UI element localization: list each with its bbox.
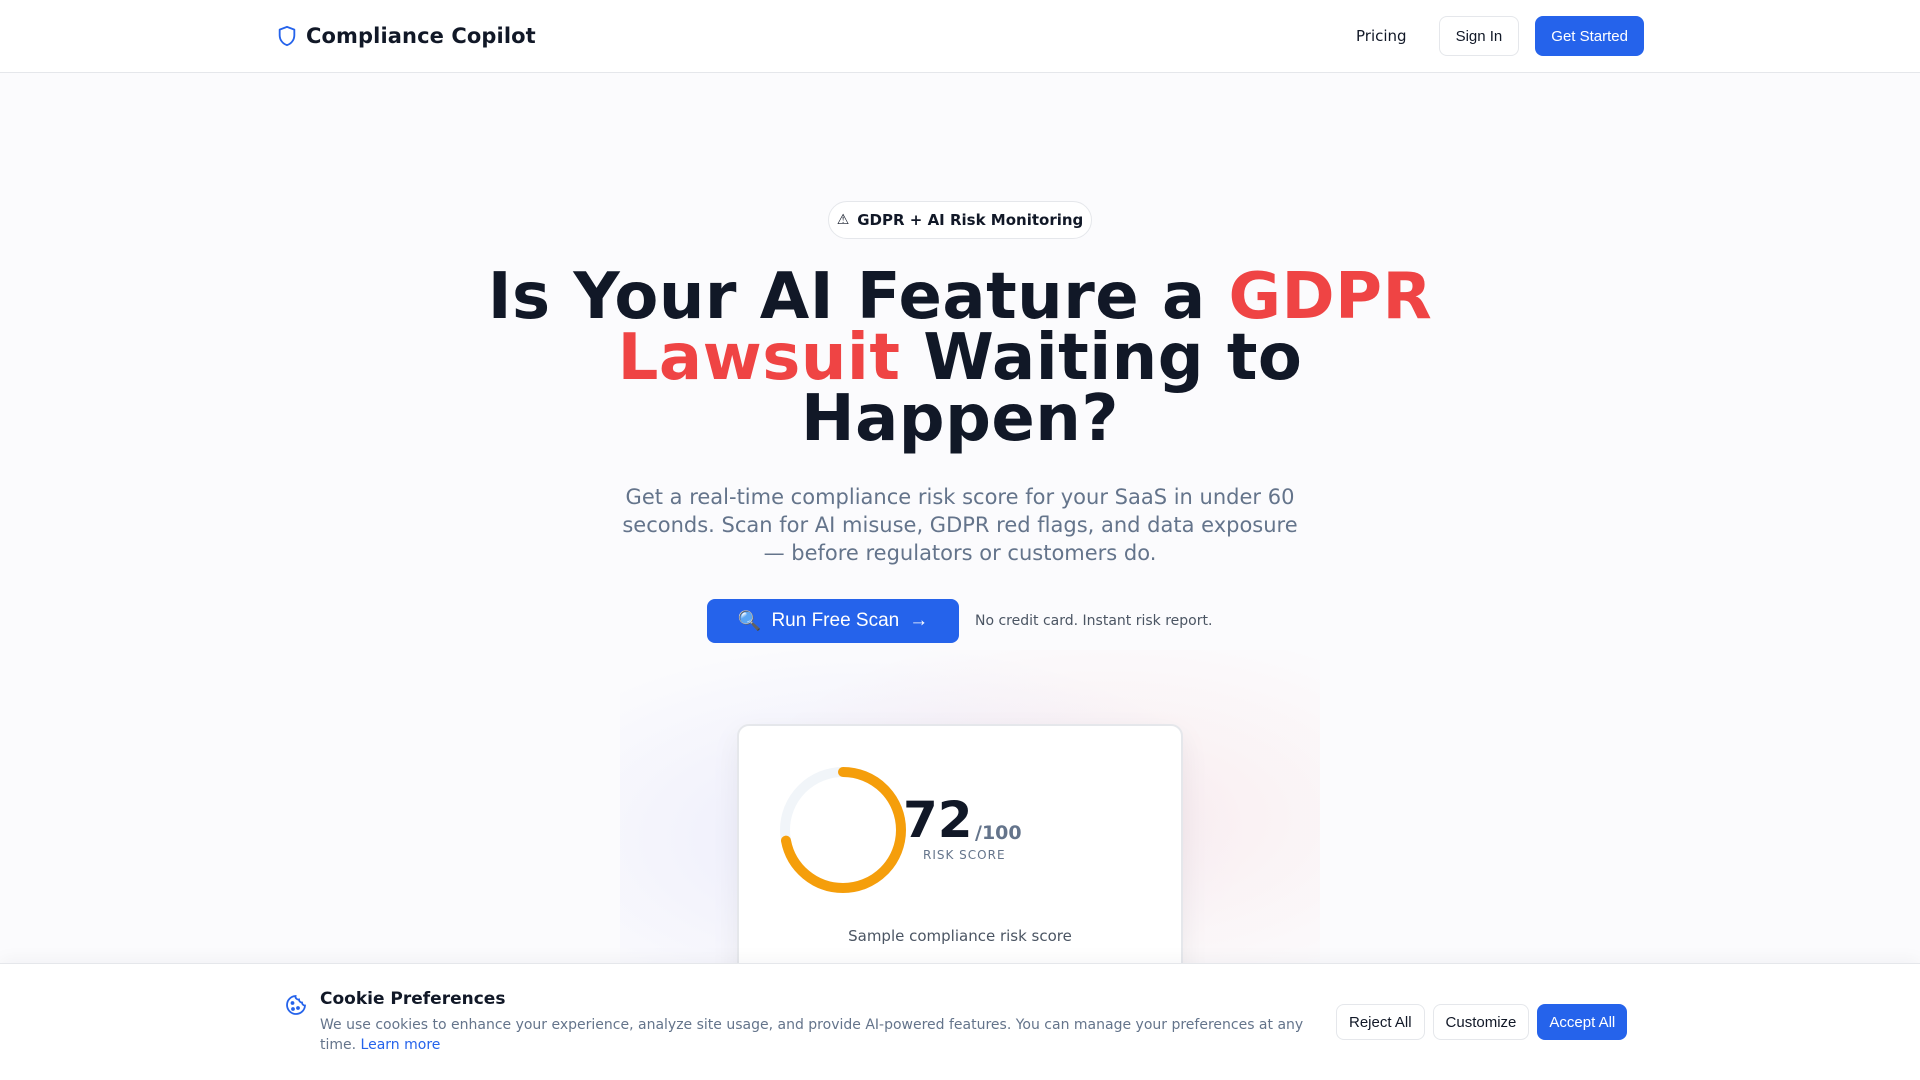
warning-icon: ⚠ [836,212,850,228]
shield-icon [278,25,296,47]
score-caption: Sample compliance risk score [848,927,1072,945]
risk-score-value: 72 [903,791,973,849]
hero-badge-text: GDPR + AI Risk Monitoring [857,211,1084,229]
accept-all-button[interactable]: Accept All [1537,1004,1628,1040]
hero-headline: Is Your AI Feature a GDPR Lawsuit Waitin… [460,265,1460,451]
brand-name: Compliance Copilot [306,24,536,48]
risk-score-max: /100 [975,822,1022,844]
sign-in-button[interactable]: Sign In [1438,16,1520,56]
nav-pricing-link[interactable]: Pricing [1340,17,1423,55]
run-free-scan-button[interactable]: 🔍 Run Free Scan → [707,599,959,643]
risk-score-label: RISK SCORE [923,848,1006,862]
reject-all-button[interactable]: Reject All [1336,1004,1425,1040]
run-free-scan-label: Run Free Scan [771,610,900,631]
magnifier-icon: 🔍 [737,611,762,632]
learn-more-link[interactable]: Learn more [361,1037,441,1053]
nav-links: Pricing Sign In Get Started [1340,16,1644,56]
arrow-right-icon: → [909,610,929,631]
get-started-button[interactable]: Get Started [1535,16,1644,56]
top-navbar: Compliance Copilot Pricing Sign In Get S… [0,0,1920,73]
customize-button[interactable]: Customize [1432,1004,1530,1040]
hero-subtext: Get a real-time compliance risk score fo… [622,485,1298,565]
cookie-actions: Reject All Customize Accept All [1336,1004,1628,1040]
cta-row: 🔍 Run Free Scan → No credit card. Instan… [707,599,1212,643]
cookie-text: We use cookies to enhance your experienc… [320,1015,1310,1055]
cookie-description: We use cookies to enhance your experienc… [320,1017,1304,1053]
cta-note: No credit card. Instant risk report. [975,613,1213,629]
hero-badge: ⚠ GDPR + AI Risk Monitoring [828,201,1092,239]
brand-logo[interactable]: Compliance Copilot [276,22,536,50]
cookie-title: Cookie Preferences [320,989,506,1009]
cookie-icon [286,995,306,1015]
risk-score-gauge [780,767,906,893]
